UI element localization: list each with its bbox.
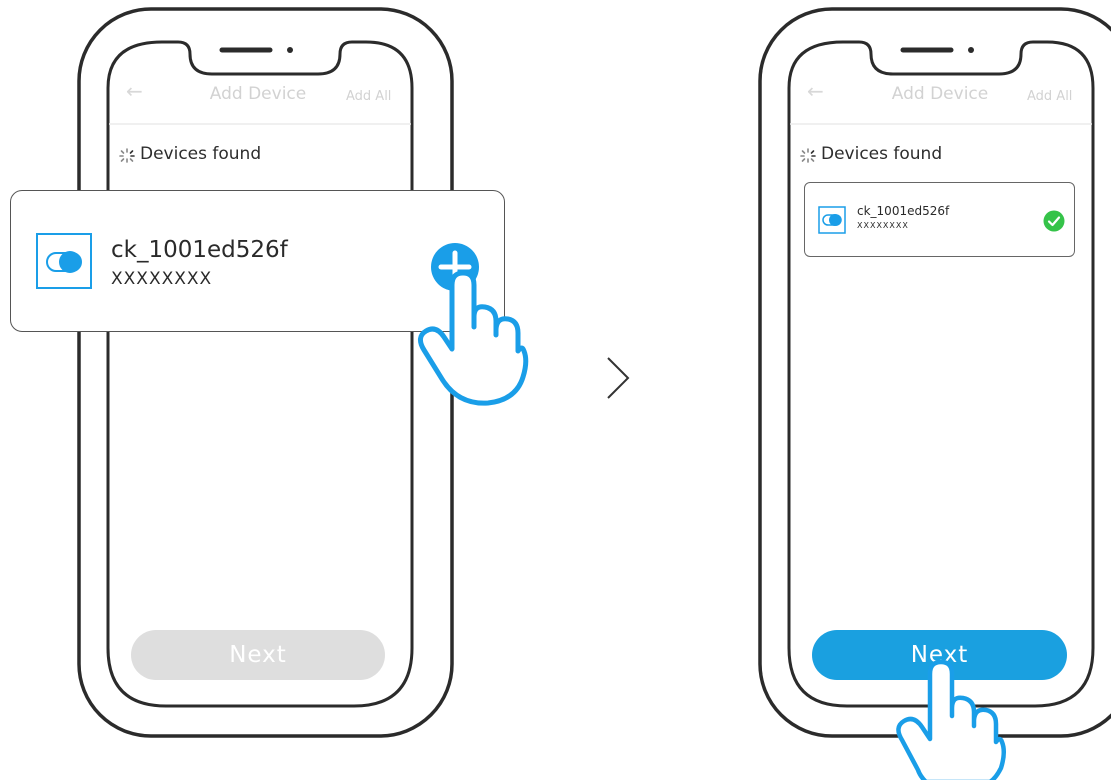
device-subtitle: XXXXXXXX xyxy=(857,221,909,230)
devices-found-label: Devices found xyxy=(140,144,262,164)
loading-spinner-icon xyxy=(119,148,135,163)
page-title: Add Device xyxy=(209,84,307,104)
back-arrow-icon[interactable]: ← xyxy=(126,79,143,103)
devices-found-status: Devices found xyxy=(799,144,999,166)
add-all-button[interactable]: Add All xyxy=(346,89,391,104)
next-button-disabled[interactable]: Next xyxy=(131,630,385,680)
devices-found-status: Devices found xyxy=(118,144,318,166)
switch-toggle-icon xyxy=(36,233,92,289)
check-circle-icon xyxy=(1043,210,1065,232)
loading-spinner-icon xyxy=(800,148,816,163)
device-name: ck_1001ed526f xyxy=(111,237,288,263)
devices-found-label: Devices found xyxy=(821,144,943,164)
device-subtitle: XXXXXXXX xyxy=(111,269,213,289)
hand-pointer-icon xyxy=(896,659,1006,780)
chevron-right-icon xyxy=(607,357,630,399)
next-button-label: Next xyxy=(229,642,287,668)
device-name: ck_1001ed526f xyxy=(857,204,950,218)
switch-toggle-icon xyxy=(818,206,846,234)
page-title: Add Device xyxy=(891,84,989,104)
add-all-button[interactable]: Add All xyxy=(1027,89,1072,104)
hand-pointer-icon xyxy=(418,270,529,406)
back-arrow-icon[interactable]: ← xyxy=(807,79,824,103)
device-card[interactable]: ck_1001ed526f XXXXXXXX xyxy=(804,182,1075,257)
